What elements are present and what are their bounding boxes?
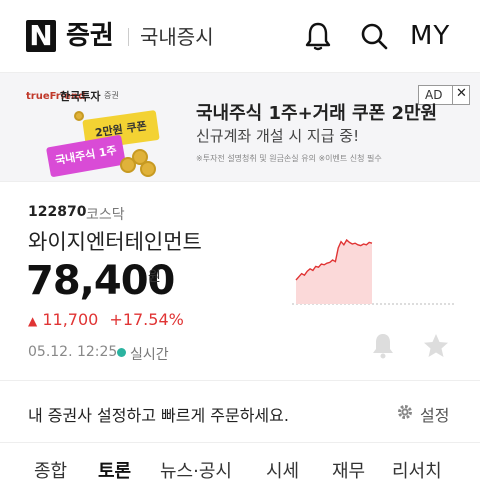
timestamp: 05.12. 12:25 <box>28 344 118 360</box>
tab-research[interactable]: 리서치 <box>392 460 442 484</box>
tab-summary[interactable]: 종합 <box>34 460 67 484</box>
gear-icon[interactable] <box>396 403 414 421</box>
top-header: N 증권 국내증시 MY <box>0 0 480 72</box>
broker-message[interactable]: 내 증권사 설정하고 빠르게 주문하세요. <box>28 402 289 426</box>
ad-subline: 신규계좌 개설 시 지급 중! <box>196 127 360 145</box>
naver-logo[interactable]: N <box>26 20 56 52</box>
live-dot-icon <box>117 348 126 357</box>
logo-title[interactable]: 증권 <box>66 20 114 52</box>
search-icon[interactable] <box>358 20 390 52</box>
ad-close-button[interactable]: ✕ <box>452 85 470 105</box>
ad-disclaimer: ※투자전 설명청취 및 원금손실 유의 ※이벤트 신청 필수 <box>196 154 382 163</box>
ad-brand-ko: 한국투자 <box>60 90 101 103</box>
change-amount: 11,700 <box>42 310 99 329</box>
favorite-star-icon[interactable] <box>422 332 450 360</box>
stock-name: 와이지엔터테인먼트 <box>28 230 202 254</box>
header-divider <box>128 28 129 46</box>
live-label: 실시간 <box>130 347 169 363</box>
stock-code: 122870 <box>28 204 87 220</box>
ad-headline: 국내주식 1주+거래 쿠폰 2만원 <box>196 103 438 124</box>
tab-discussion[interactable]: 토론 <box>98 460 131 484</box>
ad-brand-sub: 증권 <box>104 91 119 100</box>
tab-quotes[interactable]: 시세 <box>266 460 299 484</box>
stock-ticket: 국내주식 1주 <box>45 134 127 178</box>
stock-market: 코스닥 <box>86 207 125 223</box>
alert-bell-icon[interactable] <box>370 332 396 360</box>
my-button[interactable]: MY <box>410 20 450 52</box>
coin-icon <box>140 161 156 177</box>
bell-icon[interactable] <box>302 20 334 52</box>
tab-financials[interactable]: 재무 <box>332 460 365 484</box>
price-change: ▲ 11,700 +17.54% <box>28 310 184 329</box>
intraday-chart[interactable] <box>292 218 454 310</box>
up-arrow-icon: ▲ <box>28 314 38 328</box>
change-percent: +17.54% <box>109 310 184 329</box>
ad-banner[interactable]: trueFriend 한국투자 증권 2만원 쿠폰 국내주식 1주 AD ✕ 국… <box>0 72 480 182</box>
settings-button[interactable]: 설정 <box>420 402 449 426</box>
coin-icon <box>74 111 84 121</box>
currency-unit: 원 <box>148 269 161 285</box>
section-title[interactable]: 국내증시 <box>140 23 214 51</box>
tab-news[interactable]: 뉴스·공시 <box>160 460 232 484</box>
divider <box>0 380 480 381</box>
